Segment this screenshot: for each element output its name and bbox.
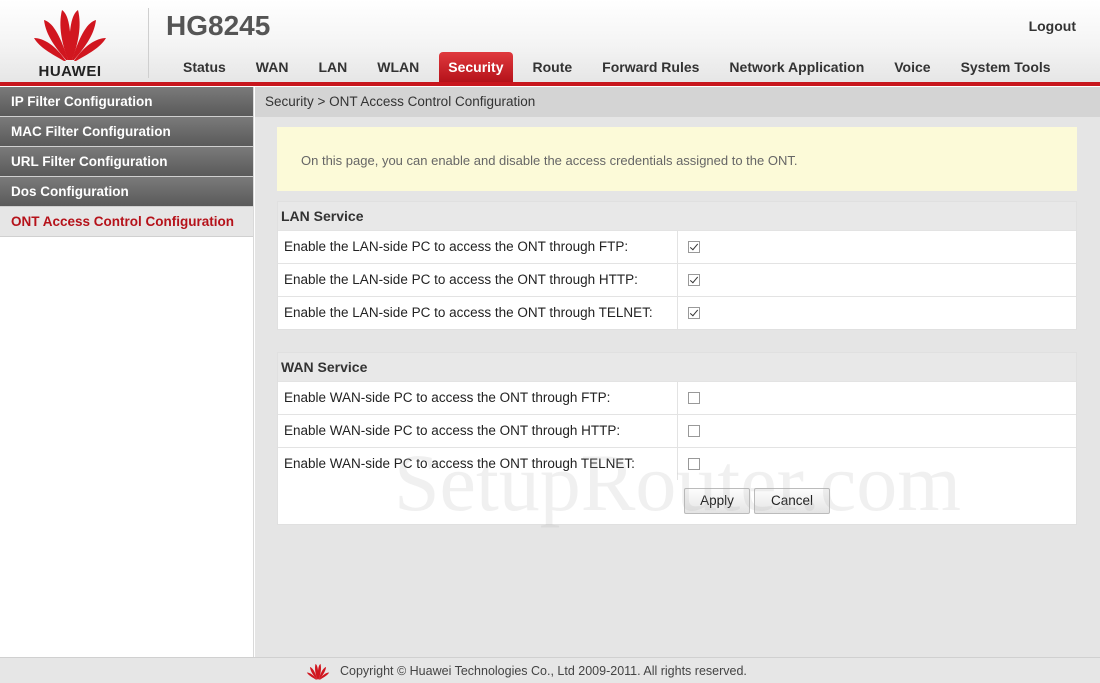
- main-nav: Status WAN LAN WLAN Security Route Forwa…: [168, 52, 1066, 82]
- footer: Copyright © Huawei Technologies Co., Ltd…: [0, 657, 1100, 683]
- nav-forward-rules[interactable]: Forward Rules: [587, 52, 714, 82]
- brand-name: HUAWEI: [38, 63, 102, 80]
- main-content: Security > ONT Access Control Configurat…: [255, 87, 1100, 657]
- sidebar-item-dos[interactable]: Dos Configuration: [0, 177, 253, 207]
- button-bar: Apply Cancel: [278, 480, 1076, 524]
- nav-route[interactable]: Route: [518, 52, 588, 82]
- page-notice: On this page, you can enable and disable…: [277, 127, 1077, 191]
- huawei-footer-logo-icon: [306, 663, 330, 680]
- wan-http-checkbox[interactable]: [688, 425, 700, 437]
- nav-voice[interactable]: Voice: [879, 52, 945, 82]
- lan-ftp-label: Enable the LAN-side PC to access the ONT…: [278, 231, 678, 263]
- nav-network-application[interactable]: Network Application: [714, 52, 879, 82]
- nav-lan[interactable]: LAN: [303, 52, 362, 82]
- config-panel: On this page, you can enable and disable…: [277, 127, 1077, 525]
- copyright-text: Copyright © Huawei Technologies Co., Ltd…: [340, 664, 747, 678]
- nav-security[interactable]: Security: [439, 52, 513, 82]
- header-divider: [148, 8, 149, 78]
- breadcrumb: Security > ONT Access Control Configurat…: [255, 87, 1100, 117]
- cancel-button[interactable]: Cancel: [754, 488, 830, 514]
- apply-button[interactable]: Apply: [684, 488, 750, 514]
- wan-service-title: WAN Service: [278, 353, 1076, 381]
- nav-wan[interactable]: WAN: [241, 52, 304, 82]
- wan-telnet-label: Enable WAN-side PC to access the ONT thr…: [278, 448, 678, 480]
- sidebar-item-url-filter[interactable]: URL Filter Configuration: [0, 147, 253, 177]
- lan-ftp-checkbox[interactable]: [688, 241, 700, 253]
- table-row: Enable WAN-side PC to access the ONT thr…: [278, 414, 1076, 447]
- sidebar-item-ip-filter[interactable]: IP Filter Configuration: [0, 87, 253, 117]
- wan-service-section: WAN Service Enable WAN-side PC to access…: [277, 352, 1077, 525]
- table-row: Enable the LAN-side PC to access the ONT…: [278, 230, 1076, 263]
- nav-status[interactable]: Status: [168, 52, 241, 82]
- table-row: Enable the LAN-side PC to access the ONT…: [278, 296, 1076, 329]
- lan-http-label: Enable the LAN-side PC to access the ONT…: [278, 264, 678, 296]
- wan-ftp-label: Enable WAN-side PC to access the ONT thr…: [278, 382, 678, 414]
- huawei-logo: HUAWEI: [20, 4, 120, 80]
- device-model: HG8245: [166, 10, 271, 41]
- wan-ftp-checkbox[interactable]: [688, 392, 700, 404]
- huawei-flower-icon: [34, 10, 106, 61]
- table-row: Enable the LAN-side PC to access the ONT…: [278, 263, 1076, 296]
- logout-link[interactable]: Logout: [1029, 18, 1076, 34]
- sidebar: IP Filter Configuration MAC Filter Confi…: [0, 87, 254, 657]
- table-row: Enable WAN-side PC to access the ONT thr…: [278, 381, 1076, 414]
- sidebar-item-mac-filter[interactable]: MAC Filter Configuration: [0, 117, 253, 147]
- nav-wlan[interactable]: WLAN: [362, 52, 434, 82]
- header: HUAWEI HG8245 Logout Status WAN LAN WLAN…: [0, 0, 1100, 86]
- lan-http-checkbox[interactable]: [688, 274, 700, 286]
- wan-http-label: Enable WAN-side PC to access the ONT thr…: [278, 415, 678, 447]
- sidebar-item-ont-access-control[interactable]: ONT Access Control Configuration: [0, 207, 253, 237]
- wan-telnet-checkbox[interactable]: [688, 458, 700, 470]
- lan-telnet-label: Enable the LAN-side PC to access the ONT…: [278, 297, 678, 329]
- nav-system-tools[interactable]: System Tools: [946, 52, 1066, 82]
- table-row: Enable WAN-side PC to access the ONT thr…: [278, 447, 1076, 480]
- lan-service-title: LAN Service: [278, 202, 1076, 230]
- lan-telnet-checkbox[interactable]: [688, 307, 700, 319]
- lan-service-section: LAN Service Enable the LAN-side PC to ac…: [277, 201, 1077, 330]
